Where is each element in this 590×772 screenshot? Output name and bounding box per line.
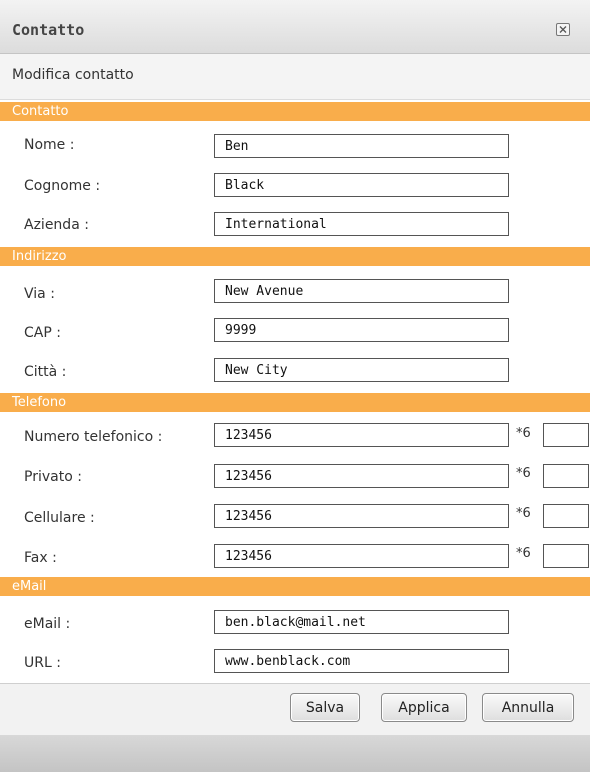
label-cap: CAP : <box>24 325 61 341</box>
privato-prefix: *6 <box>516 466 531 481</box>
section-header-indirizzo: Indirizzo <box>0 247 590 266</box>
numero-telefonico-extension-input[interactable] <box>543 423 589 447</box>
label-via: Via : <box>24 286 55 302</box>
section-header-contatto: Contatto <box>0 102 590 121</box>
dialog-title: Contatto <box>12 21 85 39</box>
dialog-statusbar <box>0 735 590 772</box>
label-email: eMail : <box>24 616 71 632</box>
dialog-subheader: Modifica contatto <box>0 54 590 100</box>
fax-prefix: *6 <box>516 546 531 561</box>
cellulare-extension-input[interactable] <box>543 504 589 528</box>
section-header-telefono: Telefono <box>0 393 590 412</box>
privato-input[interactable] <box>214 464 509 488</box>
label-azienda: Azienda : <box>24 217 89 233</box>
nome-input[interactable] <box>214 134 509 158</box>
cognome-input[interactable] <box>214 173 509 197</box>
label-privato: Privato : <box>24 469 82 485</box>
label-fax: Fax : <box>24 550 57 566</box>
save-button[interactable]: Salva <box>290 693 360 722</box>
privato-extension-input[interactable] <box>543 464 589 488</box>
close-button[interactable] <box>556 23 570 36</box>
email-input[interactable] <box>214 610 509 634</box>
dialog-titlebar: Contatto <box>0 0 590 54</box>
section-header-email: eMail <box>0 577 590 596</box>
via-input[interactable] <box>214 279 509 303</box>
apply-button[interactable]: Applica <box>381 693 467 722</box>
label-cognome: Cognome : <box>24 178 101 194</box>
label-cellulare: Cellulare : <box>24 510 95 526</box>
subheader-text: Modifica contatto <box>12 67 134 83</box>
numero-telefonico-input[interactable] <box>214 423 509 447</box>
numero-telefonico-prefix: *6 <box>516 426 531 441</box>
cap-input[interactable] <box>214 318 509 342</box>
azienda-input[interactable] <box>214 212 509 236</box>
close-icon <box>559 26 567 33</box>
label-citta: Città : <box>24 364 67 380</box>
cellulare-input[interactable] <box>214 504 509 528</box>
label-nome: Nome : <box>24 137 75 153</box>
citta-input[interactable] <box>214 358 509 382</box>
fax-input[interactable] <box>214 544 509 568</box>
url-input[interactable] <box>214 649 509 673</box>
cellulare-prefix: *6 <box>516 506 531 521</box>
cancel-button[interactable]: Annulla <box>482 693 574 722</box>
label-numero-telefonico: Numero telefonico : <box>24 429 163 445</box>
fax-extension-input[interactable] <box>543 544 589 568</box>
label-url: URL : <box>24 655 61 671</box>
